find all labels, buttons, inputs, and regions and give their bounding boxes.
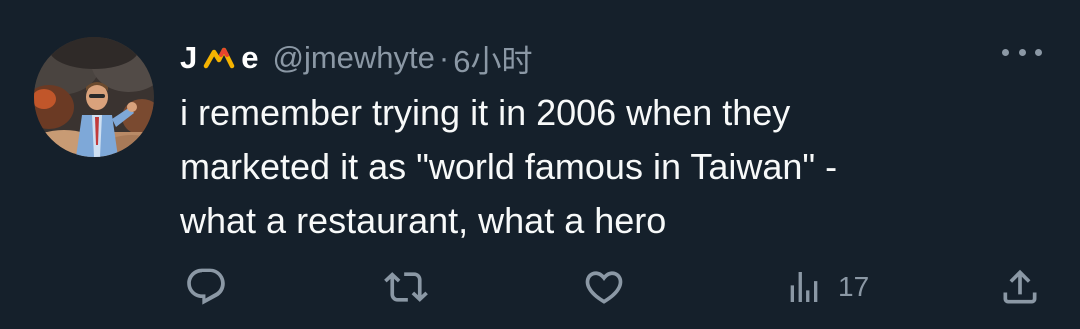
display-name-start: J [180, 40, 198, 75]
share-button[interactable] [998, 262, 1042, 312]
heart-icon [585, 271, 623, 304]
tweet-header: J e @jmewhyte · 6小时 [180, 36, 532, 80]
mountain-emoji-icon [203, 42, 235, 74]
avatar[interactable] [34, 37, 154, 157]
views-count: 17 [838, 271, 870, 302]
retweet-icon [384, 272, 428, 302]
avatar-image [34, 37, 154, 157]
display-name[interactable]: J e [180, 40, 259, 76]
reply-button[interactable] [184, 262, 228, 312]
share-icon [1003, 269, 1037, 304]
reply-icon [187, 268, 225, 305]
tweet-text: i remember trying it in 2006 when they m… [180, 92, 838, 241]
retweet-button[interactable] [384, 262, 428, 312]
separator-dot: · [438, 40, 450, 75]
display-name-end: e [241, 40, 259, 75]
user-handle[interactable]: @jmewhyte [273, 40, 435, 76]
more-options-icon[interactable] [1002, 40, 1042, 64]
views-icon [790, 272, 818, 302]
like-button[interactable] [582, 262, 626, 312]
views-button[interactable]: 17 [784, 262, 869, 312]
tweet-actions: 17 [0, 262, 1080, 312]
tweet-timestamp[interactable]: 6小时 [453, 36, 532, 81]
tweet[interactable]: J e @jmewhyte · 6小时 i remember trying it… [0, 0, 1080, 329]
